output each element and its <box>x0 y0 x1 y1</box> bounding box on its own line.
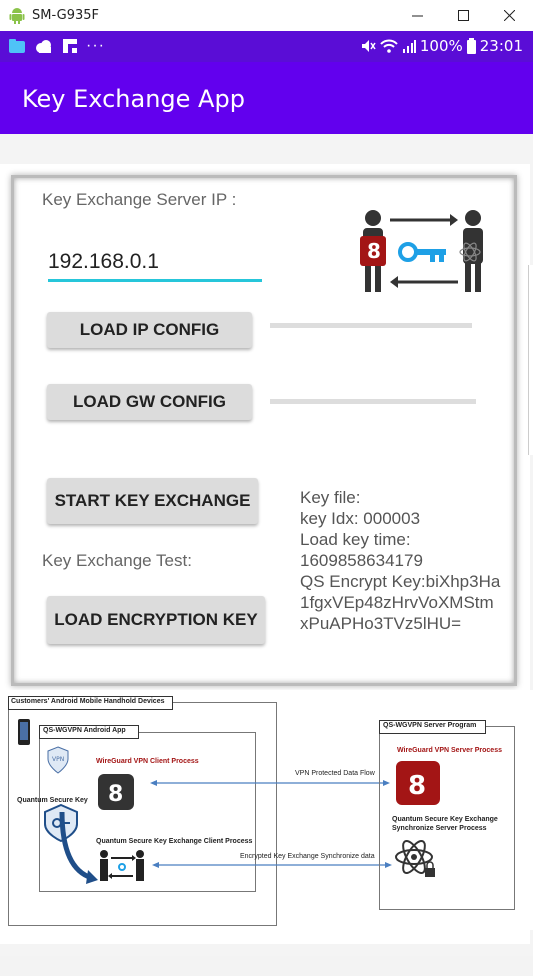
qs-server-label-1: Quantum Secure Key Exchange <box>392 816 498 823</box>
key-info-line: 1609858634179 <box>300 551 423 570</box>
load-gw-config-button[interactable]: LOAD GW CONFIG <box>47 384 252 420</box>
folder-icon <box>9 39 25 53</box>
key-info-line: 1fgxVEp48zHrvVoXMStm <box>300 593 494 612</box>
atom-lock-icon <box>395 840 435 877</box>
curve-arrow <box>59 811 98 884</box>
qs-server-label-2: Synchronize Server Process <box>392 825 487 832</box>
key-exchange-icon: 8 <box>360 210 483 292</box>
vpn-flow-label: VPN Protected Data Flow <box>295 770 375 777</box>
battery-icon <box>466 38 476 54</box>
minimize-icon <box>411 15 423 17</box>
android-app-label: QS-WGVPN Android App <box>43 727 126 734</box>
maximize-button[interactable] <box>440 0 486 31</box>
battery-level: 100% <box>419 37 463 55</box>
server-label: QS-WGVPN Server Program <box>383 722 477 729</box>
window-title: SM-G935F <box>32 8 99 23</box>
android-app-label-box: QS-WGVPN Android App <box>39 725 139 739</box>
load-ip-config-button[interactable]: LOAD IP CONFIG <box>47 312 252 348</box>
wireguard-icon: 8 <box>98 774 134 810</box>
qs-client-label: Quantum Secure Key Exchange Client Proce… <box>96 838 253 845</box>
android-icon <box>9 8 25 24</box>
vpn-icon: VPN <box>47 746 69 774</box>
quantum-secure-key-label: Quantum Secure Key <box>17 797 88 804</box>
wireguard-server-label: WireGuard VPN Server Process <box>397 747 502 754</box>
svg-text:8: 8 <box>367 239 381 263</box>
minimize-button[interactable] <box>394 0 440 31</box>
key-info: Key file: key Idx: 000003 Load key time:… <box>300 487 500 634</box>
customers-label-box: Customers' Android Mobile Handhold Devic… <box>8 696 173 710</box>
key-exchange-test-label: Key Exchange Test: <box>42 551 192 570</box>
encrypted-flow-label: Encrypted Key Exchange Synchronize data <box>240 853 375 860</box>
key-info-line: QS Encrypt Key:biXhp3Ha <box>300 572 501 591</box>
svg-text:VPN: VPN <box>52 756 64 763</box>
load-encryption-key-button[interactable]: LOAD ENCRYPTION KEY <box>47 596 265 644</box>
server-label-box: QS-WGVPN Server Program <box>379 720 486 734</box>
maximize-icon <box>457 10 469 21</box>
phone-icon <box>18 719 30 745</box>
wireguard-client-label: WireGuard VPN Client Process <box>96 758 199 765</box>
gw-config-progress <box>270 399 476 404</box>
exchange-icon <box>100 850 144 881</box>
app-bar: Key Exchange App <box>0 62 533 134</box>
flipboard-icon <box>63 39 77 53</box>
key-info-line: xPuAPHo3TVz5lHU= <box>300 614 462 633</box>
customers-label: Customers' Android Mobile Handhold Devic… <box>11 698 165 705</box>
close-icon <box>503 10 515 21</box>
svg-text:8: 8 <box>108 782 123 807</box>
scroll-indicator <box>528 265 533 455</box>
mute-icon <box>361 40 376 52</box>
server-ip-input[interactable] <box>48 245 262 282</box>
wireguard-server-icon: 8 <box>396 761 440 805</box>
key-info-line: Key file: <box>300 488 361 507</box>
svg-text:8: 8 <box>408 771 426 801</box>
vpn-flow-arrow <box>150 780 390 786</box>
app-title: Key Exchange App <box>22 85 245 113</box>
close-button[interactable] <box>486 0 532 31</box>
signal-icon <box>402 40 416 53</box>
ip-config-progress <box>270 323 472 328</box>
window-titlebar: SM-G935F <box>0 0 533 32</box>
encrypted-flow-arrow <box>152 862 392 868</box>
more-dots-icon: ··· <box>86 37 105 54</box>
cloud-icon <box>36 40 51 53</box>
clock: 23:01 <box>479 37 523 55</box>
key-info-line: key Idx: 000003 <box>300 509 421 528</box>
key-info-line: Load key time: <box>300 530 411 549</box>
server-ip-label: Key Exchange Server IP : <box>42 190 237 209</box>
architecture-diagram: Customers' Android Mobile Handhold Devic… <box>0 690 533 930</box>
wifi-icon <box>380 39 398 53</box>
status-bar: ··· 100% 23:01 <box>0 31 533 62</box>
start-key-exchange-button[interactable]: START KEY EXCHANGE <box>47 478 258 524</box>
